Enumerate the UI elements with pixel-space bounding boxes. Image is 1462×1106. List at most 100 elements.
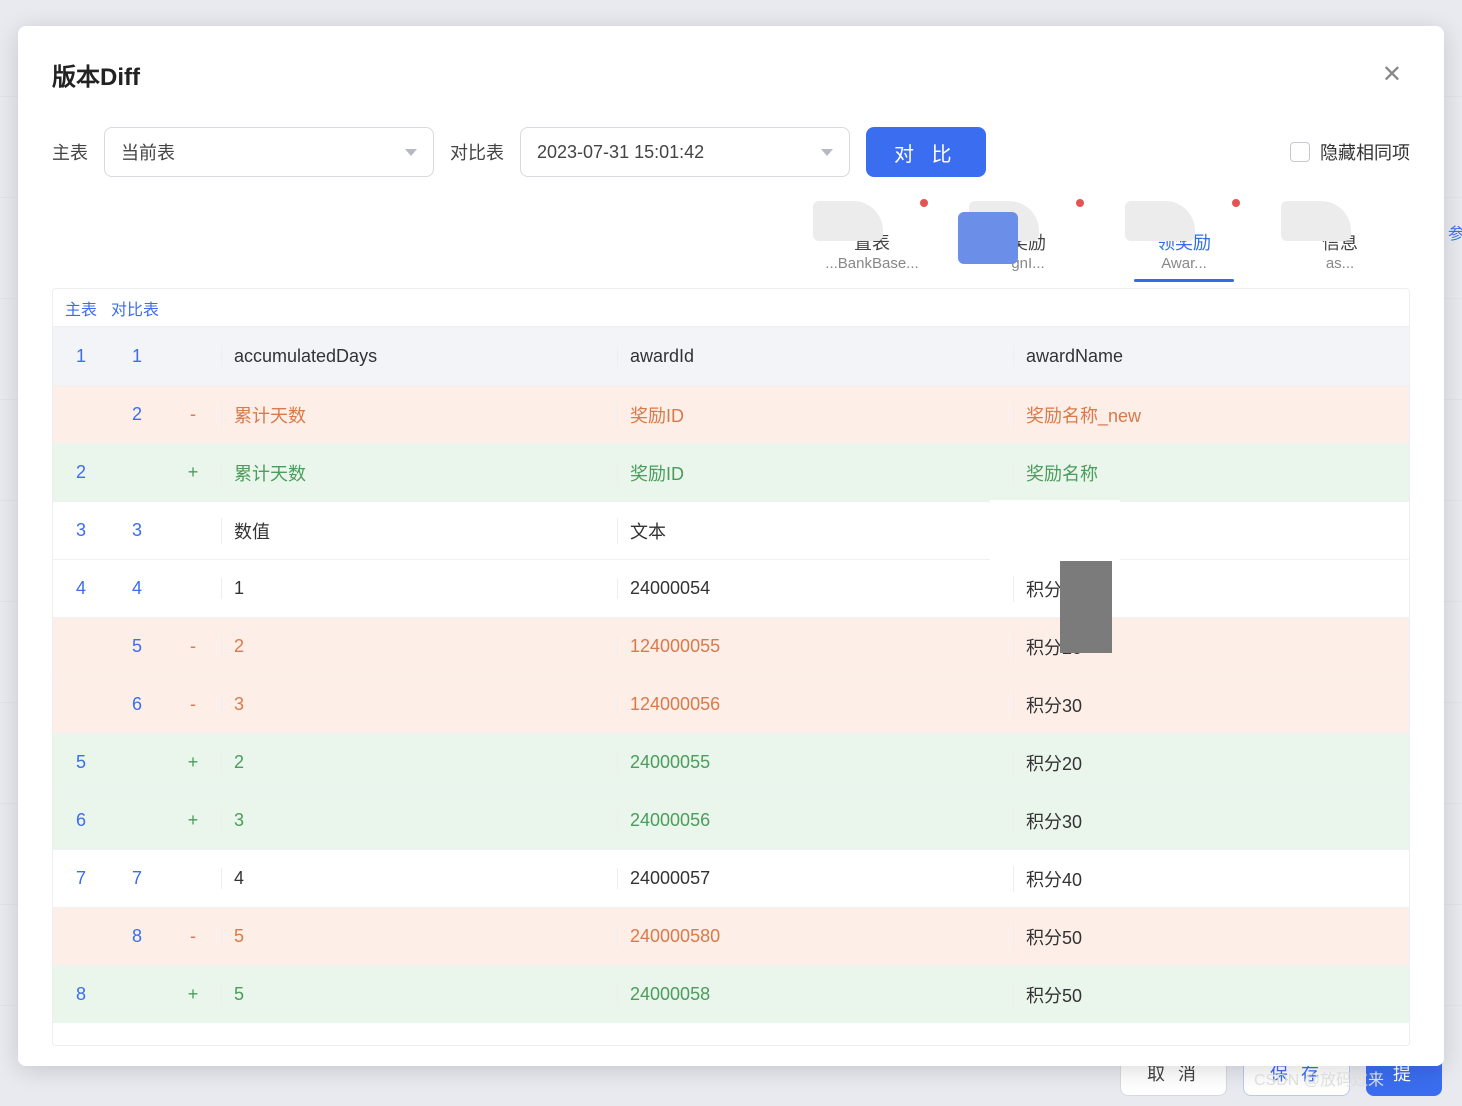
cell-award-id: 文本 xyxy=(617,518,1013,544)
row-num-left: 7 xyxy=(53,868,109,889)
table-row: 8 + 5 24000058 积分50 xyxy=(53,965,1409,1023)
modal-header: 版本Diff ✕ xyxy=(52,56,1410,93)
row-num-left: 2 xyxy=(53,462,109,483)
row-num-left: 8 xyxy=(53,984,109,1005)
cell-award-id: 24000054 xyxy=(617,578,1013,599)
col-header-1: accumulatedDays xyxy=(221,346,617,367)
diff-sign: - xyxy=(165,404,221,425)
table-row: 6 - 3 124000056 积分30 xyxy=(53,675,1409,733)
cell-award-id: 124000056 xyxy=(617,694,1013,715)
cell-award-id: 奖励ID xyxy=(617,402,1013,428)
modal-title: 版本Diff xyxy=(52,57,140,92)
cell-accumulated-days: 数值 xyxy=(221,518,617,544)
table-row: 3 3 数值 文本 文 xyxy=(53,501,1409,559)
tab-redaction xyxy=(813,201,883,241)
row-num-left: 3 xyxy=(53,520,109,541)
cell-award-name: 积分20 xyxy=(1013,750,1409,776)
cell-award-name: 积分40 xyxy=(1013,866,1409,892)
cell-accumulated-days: 5 xyxy=(221,984,617,1005)
tab-sublabel: ...BankBase... xyxy=(825,255,918,272)
tab-sublabel: Awar... xyxy=(1161,255,1207,272)
row-num-right: 7 xyxy=(109,868,165,889)
table-column-headers: 1 1 accumulatedDays awardId awardName xyxy=(53,327,1409,385)
cell-accumulated-days: 3 xyxy=(221,694,617,715)
table-row: 2 + 累计天数 奖励ID 奖励名称 xyxy=(53,443,1409,501)
main-table-select[interactable]: 当前表 xyxy=(104,127,434,177)
cell-award-name: 奖励名称_new xyxy=(1013,402,1409,428)
cell-award-id: 24000055 xyxy=(617,752,1013,773)
tab-redaction xyxy=(1281,201,1351,241)
side-peek-text: 参 xyxy=(1448,220,1462,244)
row-num-right: 8 xyxy=(109,926,165,947)
row-num-right: 3 xyxy=(109,520,165,541)
table-row: 5 - 2 124000055 积分20 xyxy=(53,617,1409,675)
table-header-labels: 主表 对比表 xyxy=(53,289,1409,327)
diff-sign: - xyxy=(165,926,221,947)
compare-table-label: 对比表 xyxy=(450,139,504,165)
table-row: 5 + 2 24000055 积分20 xyxy=(53,733,1409,791)
cell-award-id: 24000057 xyxy=(617,868,1013,889)
cell-award-id: 124000055 xyxy=(617,636,1013,657)
col-header-2: awardId xyxy=(617,346,1013,367)
compare-button[interactable]: 对 比 xyxy=(866,127,986,177)
cell-accumulated-days: 累计天数 xyxy=(221,402,617,428)
header-compare-label: 对比表 xyxy=(109,296,165,320)
redaction-block xyxy=(990,500,1120,560)
table-row: 7 7 4 24000057 积分40 xyxy=(53,849,1409,907)
row-num-right: 6 xyxy=(109,694,165,715)
tab-0[interactable]: 置表 ...BankBase... xyxy=(822,201,922,272)
row-num-right: 4 xyxy=(109,578,165,599)
table-row: 2 - 累计天数 奖励ID 奖励名称_new xyxy=(53,385,1409,443)
cell-accumulated-days: 3 xyxy=(221,810,617,831)
diff-sign: + xyxy=(165,810,221,831)
header-main-label: 主表 xyxy=(53,296,109,320)
row-num-left: 5 xyxy=(53,752,109,773)
chevron-down-icon xyxy=(821,149,833,156)
controls-row: 主表 当前表 对比表 2023-07-31 15:01:42 对 比 隐藏相同项 xyxy=(52,127,1410,177)
diff-sign: + xyxy=(165,984,221,1005)
tabs-row: 置表 ...BankBase... 奖励 gnI... 领奖励 Awar... … xyxy=(52,201,1410,272)
main-table-value: 当前表 xyxy=(121,139,175,165)
cell-accumulated-days: 2 xyxy=(221,752,617,773)
tab-sublabel: as... xyxy=(1326,255,1354,272)
chevron-down-icon xyxy=(405,149,417,156)
redaction-block xyxy=(1060,561,1112,653)
hide-same-checkbox[interactable]: 隐藏相同项 xyxy=(1290,139,1410,165)
cell-accumulated-days: 4 xyxy=(221,868,617,889)
redaction-block xyxy=(958,212,1018,264)
row-num-right: 5 xyxy=(109,636,165,657)
tab-2[interactable]: 领奖励 Awar... xyxy=(1134,201,1234,272)
notification-dot-icon xyxy=(1076,199,1084,207)
row-num-left: 4 xyxy=(53,578,109,599)
table-row: 4 4 1 24000054 积分10 xyxy=(53,559,1409,617)
diff-table: 主表 对比表 1 1 accumulatedDays awardId award… xyxy=(52,288,1410,1046)
cell-award-id: 24000058 xyxy=(617,984,1013,1005)
compare-table-select[interactable]: 2023-07-31 15:01:42 xyxy=(520,127,850,177)
header-num-right: 1 xyxy=(109,346,165,367)
diff-sign: - xyxy=(165,694,221,715)
cell-accumulated-days: 1 xyxy=(221,578,617,599)
cell-award-name: 积分30 xyxy=(1013,808,1409,834)
cell-award-name: 积分50 xyxy=(1013,924,1409,950)
cell-accumulated-days: 5 xyxy=(221,926,617,947)
version-diff-modal: 版本Diff ✕ 主表 当前表 对比表 2023-07-31 15:01:42 … xyxy=(18,26,1444,1066)
row-num-left: 6 xyxy=(53,810,109,831)
col-header-3: awardName xyxy=(1013,346,1409,367)
cell-award-name: 积分30 xyxy=(1013,692,1409,718)
header-num-left: 1 xyxy=(53,346,109,367)
table-row: 6 + 3 24000056 积分30 xyxy=(53,791,1409,849)
table-body: 2 - 累计天数 奖励ID 奖励名称_new 2 + 累计天数 奖励ID 奖励名… xyxy=(53,385,1409,1023)
close-icon[interactable]: ✕ xyxy=(1374,56,1410,93)
hide-same-label: 隐藏相同项 xyxy=(1320,139,1410,165)
notification-dot-icon xyxy=(1232,199,1240,207)
cell-award-id: 24000056 xyxy=(617,810,1013,831)
cell-accumulated-days: 2 xyxy=(221,636,617,657)
tab-redaction xyxy=(1125,201,1195,241)
cell-award-name: 积分50 xyxy=(1013,982,1409,1008)
cell-accumulated-days: 累计天数 xyxy=(221,460,617,486)
diff-sign: + xyxy=(165,752,221,773)
cell-award-name: 奖励名称 xyxy=(1013,460,1409,486)
tab-3[interactable]: 信息 as... xyxy=(1290,201,1390,272)
cell-award-id: 奖励ID xyxy=(617,460,1013,486)
cell-award-id: 240000580 xyxy=(617,926,1013,947)
